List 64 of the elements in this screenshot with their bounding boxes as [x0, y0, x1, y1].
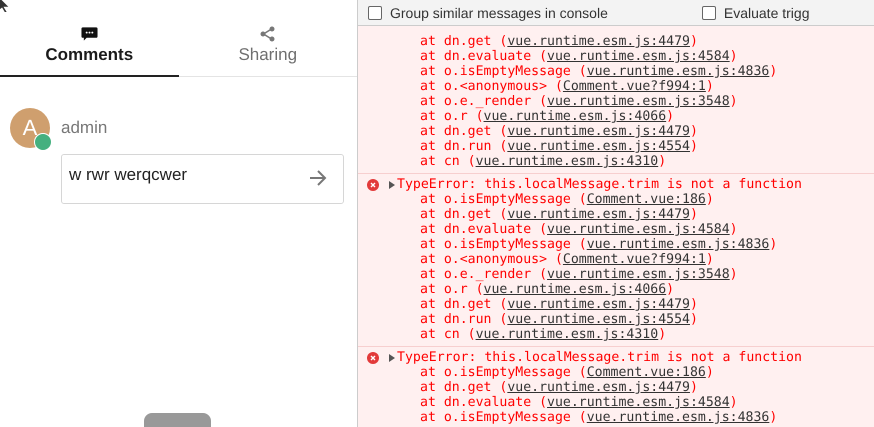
stack-frame-text: at dn.get (vue.runtime.esm.js:4479)	[419, 207, 699, 222]
stack-frame-text: at o.r (vue.runtime.esm.js:4066)	[419, 282, 676, 297]
stack-frame-text: at cn (vue.runtime.esm.js:4310)	[419, 154, 668, 169]
stack-frame-text: at o.isEmptyMessage (vue.runtime.esm.js:4836)	[419, 64, 778, 79]
comment-field[interactable]: w rwr werqcwer	[61, 154, 344, 204]
stack-frame-text: at o.e._render (vue.runtime.esm.js:3548)	[419, 267, 739, 282]
stack-frame-text: at dn.evaluate (vue.runtime.esm.js:4584)	[419, 49, 739, 64]
stack-frame-text: at dn.run (vue.runtime.esm.js:4554)	[419, 312, 699, 327]
checkbox[interactable]	[368, 6, 382, 20]
stack-frame-text: at dn.get (vue.runtime.esm.js:4479)	[419, 124, 699, 139]
source-link[interactable]: vue.runtime.esm.js:3548	[547, 267, 730, 282]
stack-frame-text: at dn.get (vue.runtime.esm.js:4479)	[419, 34, 699, 49]
source-link[interactable]: Comment.vue?f994:1	[562, 79, 706, 94]
source-link[interactable]: vue.runtime.esm.js:4584	[547, 395, 730, 410]
stack-frame-text: at o.e._render (vue.runtime.esm.js:3548)	[419, 94, 739, 109]
stack-frame-text: at o.isEmptyMessage (Comment.vue:186)	[419, 365, 715, 380]
stack-frame-text: at cn (vue.runtime.esm.js:4310)	[419, 327, 668, 342]
error-message: TypeError: this.localMessage.trim is not a function	[397, 350, 802, 365]
stack-frame-text: at dn.run (vue.runtime.esm.js:4554)	[419, 139, 699, 154]
stack-frame-text: at o.<anonymous> (Comment.vue?f994:1)	[419, 252, 715, 267]
checkbox-label: Evaluate trigg	[724, 4, 810, 20]
chat-bubble-icon	[80, 26, 98, 42]
checkbox-label: Group similar messages in console	[390, 4, 608, 20]
author-name: admin	[61, 118, 108, 138]
source-link[interactable]: vue.runtime.esm.js:4479	[507, 124, 690, 139]
tab[interactable]: Comments	[0, 26, 178, 77]
source-link[interactable]: Comment.vue:186	[586, 192, 706, 207]
source-link[interactable]: vue.runtime.esm.js:4066	[484, 282, 666, 297]
error-icon	[367, 178, 379, 190]
source-link[interactable]: vue.runtime.esm.js:4554	[507, 139, 690, 154]
source-link[interactable]: vue.runtime.esm.js:4310	[476, 327, 658, 342]
stack-frame-text: at o.isEmptyMessage (vue.runtime.esm.js:4836)	[419, 410, 778, 425]
source-link[interactable]: vue.runtime.esm.js:4584	[547, 222, 730, 237]
stack-frame-text: at dn.get (vue.runtime.esm.js:4479)	[419, 297, 699, 312]
error-icon	[367, 352, 379, 364]
stack-frame-text: at dn.get (vue.runtime.esm.js:4479)	[419, 380, 699, 395]
source-link[interactable]: vue.runtime.esm.js:4066	[484, 109, 666, 124]
share-icon	[259, 26, 276, 42]
stack-frame-text: at o.r (vue.runtime.esm.js:4066)	[419, 109, 676, 124]
source-link[interactable]: vue.runtime.esm.js:4554	[507, 312, 690, 327]
source-link[interactable]: vue.runtime.esm.js:4479	[507, 34, 690, 49]
source-link[interactable]: vue.runtime.esm.js:4310	[476, 154, 658, 169]
caret-right-icon[interactable]	[388, 354, 396, 362]
source-link[interactable]: vue.runtime.esm.js:4584	[547, 49, 730, 64]
source-link[interactable]: vue.runtime.esm.js:4836	[586, 410, 770, 425]
tab[interactable]: Sharing	[178, 26, 357, 77]
arrow-right-icon[interactable]	[308, 168, 328, 188]
source-link[interactable]: vue.runtime.esm.js:4479	[507, 207, 690, 222]
source-link[interactable]: Comment.vue?f994:1	[562, 252, 706, 267]
checkbox[interactable]	[702, 6, 716, 20]
error-message: TypeError: this.localMessage.trim is not a function	[397, 177, 802, 192]
source-link[interactable]: vue.runtime.esm.js:4479	[507, 297, 690, 312]
source-link[interactable]: vue.runtime.esm.js:4479	[507, 380, 690, 395]
source-link[interactable]: vue.runtime.esm.js:3548	[547, 94, 730, 109]
stack-frame-text: at dn.evaluate (vue.runtime.esm.js:4584)	[419, 222, 739, 237]
stack-frame-text: at o.isEmptyMessage (Comment.vue:186)	[419, 192, 715, 207]
stack-frame-text: at o.<anonymous> (Comment.vue?f994:1)	[419, 79, 715, 94]
source-link[interactable]: vue.runtime.esm.js:4836	[586, 64, 770, 79]
source-link[interactable]: Comment.vue:186	[586, 365, 706, 380]
pull-tab[interactable]	[144, 413, 211, 427]
stack-frame-text: at dn.evaluate (vue.runtime.esm.js:4584)	[419, 395, 739, 410]
stack-frame-text: at o.isEmptyMessage (vue.runtime.esm.js:4836)	[419, 237, 778, 252]
source-link[interactable]: vue.runtime.esm.js:4836	[586, 237, 770, 252]
caret-right-icon[interactable]	[388, 180, 396, 188]
